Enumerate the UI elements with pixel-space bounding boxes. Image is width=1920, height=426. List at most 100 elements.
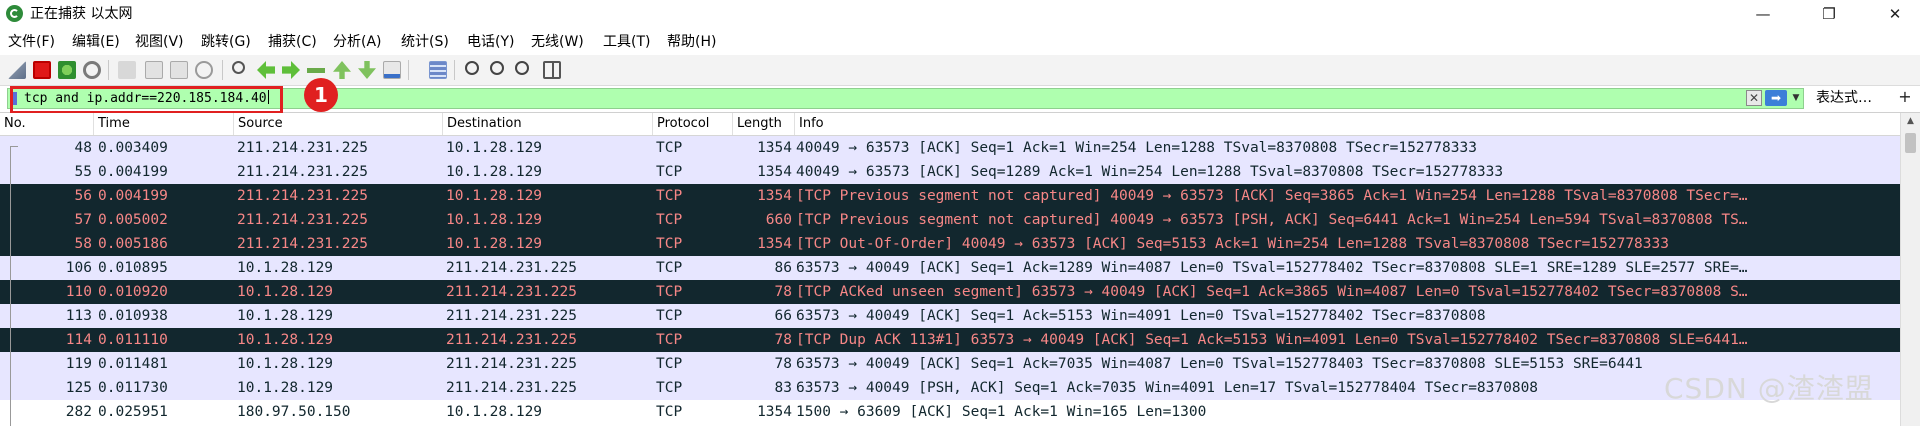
cell-protocol: TCP — [656, 140, 683, 156]
reload-icon[interactable] — [195, 61, 213, 79]
cell-destination: 211.214.231.225 — [446, 380, 577, 396]
conversation-tree-tick — [10, 146, 18, 147]
cell-source: 211.214.231.225 — [237, 164, 368, 180]
menu-go[interactable]: 跳转(G) — [201, 33, 251, 51]
column-header-destination[interactable]: Destination — [443, 113, 653, 135]
menu-analyze[interactable]: 分析(A) — [333, 33, 382, 51]
vertical-scrollbar[interactable]: ▲ — [1900, 113, 1920, 426]
menu-file[interactable]: 文件(F) — [8, 33, 55, 51]
column-header-length[interactable]: Length — [733, 113, 795, 135]
conversation-tree-line — [10, 146, 11, 426]
packet-row[interactable]: 282 0.025951 180.97.50.150 10.1.28.129 TCP 13… — [0, 400, 1900, 424]
close-file-icon[interactable] — [170, 61, 188, 79]
cell-time: 0.003409 — [98, 140, 168, 156]
menu-edit[interactable]: 编辑(E) — [72, 33, 120, 51]
cell-info: [TCP Out-Of-Order] 40049 → 63573 [ACK] S… — [796, 236, 1669, 252]
packet-row[interactable]: 106 0.010895 10.1.28.129 211.214.231.225 TCP… — [0, 256, 1900, 280]
cell-info: [TCP Dup ACK 113#1] 63573 → 40049 [ACK] … — [796, 332, 1748, 348]
packet-row[interactable]: 125 0.011730 10.1.28.129 211.214.231.225 TCP… — [0, 376, 1900, 400]
scroll-up-icon[interactable]: ▲ — [1901, 113, 1920, 129]
packet-row[interactable]: 48 0.003409 211.214.231.225 10.1.28.129 TCP 1… — [0, 136, 1900, 160]
add-filter-button[interactable]: + — [1896, 86, 1914, 108]
scroll-thumb[interactable] — [1905, 133, 1916, 153]
packet-row[interactable]: 55 0.004199 211.214.231.225 10.1.28.129 TCP 1… — [0, 160, 1900, 184]
menu-help[interactable]: 帮助(H) — [667, 33, 716, 51]
cell-protocol: TCP — [656, 404, 683, 420]
cell-no: 125 — [65, 380, 92, 396]
cell-length: 78 — [774, 284, 792, 300]
save-file-icon[interactable] — [145, 61, 163, 79]
cell-info: [TCP ACKed unseen segment] 63573 → 40049… — [796, 284, 1748, 300]
restart-icon[interactable] — [58, 61, 76, 79]
cell-no: 56 — [74, 188, 92, 204]
packet-row[interactable]: 113 0.010938 10.1.28.129 211.214.231.225 TCP… — [0, 304, 1900, 328]
expression-button[interactable]: 表达式… — [1816, 89, 1872, 107]
menu-view[interactable]: 视图(V) — [135, 33, 184, 51]
cell-source: 10.1.28.129 — [237, 284, 334, 300]
minimize-button[interactable]: — — [1740, 0, 1786, 29]
display-filter-bar: tcp and ip.addr==220.185.184.40 — [0, 86, 1920, 113]
apply-filter-icon[interactable]: ➡ — [1765, 90, 1787, 106]
cell-info: 40049 → 63573 [ACK] Seq=1289 Ack=1 Win=2… — [796, 164, 1504, 180]
cell-no: 119 — [65, 356, 92, 372]
open-file-icon[interactable] — [118, 61, 136, 79]
clear-filter-icon[interactable]: ✕ — [1746, 90, 1762, 106]
filter-history-dropdown-icon[interactable]: ▼ — [1790, 90, 1802, 106]
column-header-info[interactable]: Info — [795, 113, 1900, 135]
first-packet-icon[interactable] — [333, 61, 351, 79]
cell-length: 1354 — [757, 404, 792, 420]
cell-destination: 10.1.28.129 — [446, 212, 543, 228]
cell-info: [TCP Previous segment not captured] 4004… — [796, 212, 1748, 228]
cell-destination: 10.1.28.129 — [446, 236, 543, 252]
find-icon[interactable] — [232, 61, 245, 74]
stop-icon[interactable] — [33, 61, 51, 79]
options-icon[interactable] — [83, 61, 101, 79]
forward-icon[interactable] — [282, 61, 300, 79]
back-icon[interactable] — [257, 61, 275, 79]
autoscroll-icon[interactable] — [383, 61, 401, 79]
toolbar-separator — [408, 60, 409, 80]
cell-source: 10.1.28.129 — [237, 380, 334, 396]
packet-row[interactable]: 114 0.011110 10.1.28.129 211.214.231.225 TCP… — [0, 328, 1900, 352]
packet-list: 48 0.003409 211.214.231.225 10.1.28.129 TCP 1… — [0, 136, 1900, 426]
packet-row[interactable]: 119 0.011481 10.1.28.129 211.214.231.225 TCP… — [0, 352, 1900, 376]
filter-highlight-annotation — [10, 86, 283, 114]
restore-button[interactable]: ❐ — [1806, 0, 1852, 29]
packet-row[interactable]: 57 0.005002 211.214.231.225 10.1.28.129 TCP 6… — [0, 208, 1900, 232]
cell-protocol: TCP — [656, 332, 683, 348]
toolbar-separator — [222, 60, 223, 80]
menu-telephony[interactable]: 电话(Y) — [467, 33, 514, 51]
watermark: CSDN @渣渣盟 — [1664, 372, 1874, 405]
cell-protocol: TCP — [656, 284, 683, 300]
column-header-no[interactable]: No. — [0, 113, 94, 135]
last-packet-icon[interactable] — [358, 61, 376, 79]
colorize-icon[interactable] — [429, 61, 447, 79]
cell-destination: 10.1.28.129 — [446, 404, 543, 420]
go-to-packet-icon[interactable] — [307, 61, 325, 79]
column-header-protocol[interactable]: Protocol — [653, 113, 733, 135]
cell-source: 10.1.28.129 — [237, 356, 334, 372]
menu-capture[interactable]: 捕获(C) — [268, 33, 317, 51]
menu-bar: 文件(F) 编辑(E) 视图(V) 跳转(G) 捕获(C) 分析(A) 统计(S… — [0, 29, 1920, 55]
close-button[interactable]: ✕ — [1872, 0, 1918, 29]
cell-time: 0.005186 — [98, 236, 168, 252]
shark-fin-icon[interactable] — [8, 61, 26, 79]
packet-row[interactable]: 56 0.004199 211.214.231.225 10.1.28.129 TCP 1… — [0, 184, 1900, 208]
packet-row[interactable]: 110 0.010920 10.1.28.129 211.214.231.225 TCP… — [0, 280, 1900, 304]
column-header-time[interactable]: Time — [94, 113, 234, 135]
main-toolbar — [0, 55, 1920, 86]
cell-destination: 211.214.231.225 — [446, 332, 577, 348]
cell-no: 48 — [74, 140, 92, 156]
zoom-in-icon[interactable] — [465, 61, 479, 75]
packet-row[interactable]: 58 0.005186 211.214.231.225 10.1.28.129 TCP 1… — [0, 232, 1900, 256]
menu-statistics[interactable]: 统计(S) — [401, 33, 449, 51]
cell-destination: 211.214.231.225 — [446, 260, 577, 276]
menu-tools[interactable]: 工具(T) — [603, 33, 650, 51]
menu-wireless[interactable]: 无线(W) — [531, 33, 584, 51]
zoom-out-icon[interactable] — [490, 61, 504, 75]
cell-protocol: TCP — [656, 236, 683, 252]
wireshark-app-icon — [6, 5, 23, 22]
resize-columns-icon[interactable] — [543, 61, 561, 79]
zoom-reset-icon[interactable] — [515, 61, 529, 75]
column-header-source[interactable]: Source — [234, 113, 443, 135]
